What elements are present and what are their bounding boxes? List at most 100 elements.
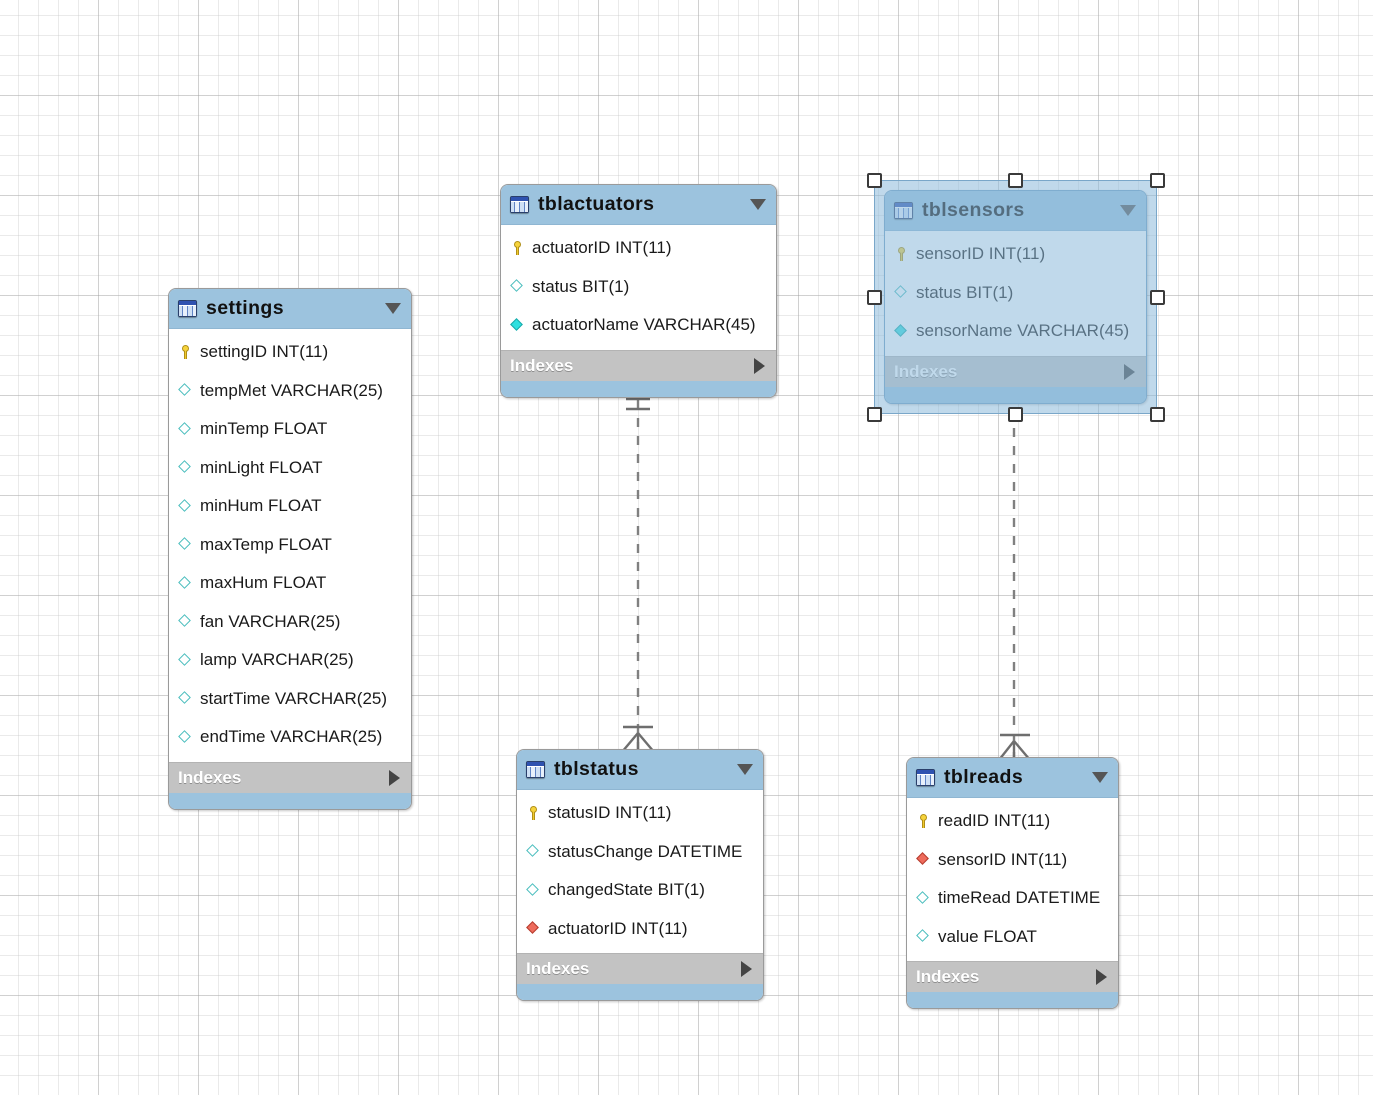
table-column-row[interactable]: maxHum FLOAT [169, 564, 411, 603]
column-label: maxTemp FLOAT [200, 534, 332, 554]
table-node-settings[interactable]: settings settingID INT(11) tempMet VARCHAR… [168, 288, 412, 810]
column-label: minHum FLOAT [200, 496, 322, 516]
table-column-row[interactable]: actuatorName VARCHAR(45) [501, 306, 776, 345]
table-columns-tblstatus: statusID INT(11) statusChange DATETIME cha… [517, 790, 763, 953]
table-column-row[interactable]: minHum FLOAT [169, 487, 411, 526]
column-label: value FLOAT [938, 926, 1037, 946]
indexes-section-settings[interactable]: Indexes [169, 761, 411, 793]
nullable-column-icon [178, 383, 193, 398]
table-icon [178, 300, 197, 317]
chevron-down-icon[interactable] [750, 199, 766, 210]
resize-handle-bottom-right[interactable] [1149, 406, 1165, 422]
table-name-label: tblstatus [554, 758, 639, 780]
relationship-actuators-status[interactable] [621, 382, 655, 753]
table-header-tblstatus[interactable]: tblstatus [517, 750, 763, 790]
column-label: timeRead DATETIME [938, 888, 1101, 908]
table-column-row[interactable]: settingID INT(11) [169, 333, 411, 372]
column-label: fan VARCHAR(25) [200, 611, 341, 631]
indexes-label: Indexes [178, 767, 242, 787]
column-label: startTime VARCHAR(25) [200, 688, 388, 708]
table-column-row[interactable]: status BIT(1) [501, 268, 776, 307]
resize-handle-middle-right[interactable] [1149, 289, 1165, 305]
column-label: endTime VARCHAR(25) [200, 727, 383, 747]
table-column-row[interactable]: value FLOAT [907, 918, 1118, 957]
table-column-row[interactable]: maxTemp FLOAT [169, 526, 411, 565]
column-label: sensorID INT(11) [938, 849, 1068, 869]
chevron-right-icon[interactable] [1096, 969, 1107, 985]
indexes-section-tblreads[interactable]: Indexes [907, 961, 1118, 992]
table-column-row[interactable]: timeRead DATETIME [907, 879, 1118, 918]
nullable-column-icon [178, 576, 193, 591]
column-label: statusChange DATETIME [548, 841, 743, 861]
indexes-section-tblactuators[interactable]: Indexes [501, 349, 776, 381]
not-null-column-icon [510, 318, 525, 333]
table-column-row[interactable]: statusID INT(11) [517, 794, 763, 833]
table-column-row[interactable]: statusChange DATETIME [517, 833, 763, 872]
table-column-row[interactable]: minTemp FLOAT [169, 410, 411, 449]
table-column-row[interactable]: lamp VARCHAR(25) [169, 641, 411, 680]
table-icon [510, 196, 529, 213]
table-columns-settings: settingID INT(11) tempMet VARCHAR(25) minT… [169, 329, 411, 762]
column-label: actuatorID INT(11) [532, 238, 672, 258]
table-column-row[interactable]: minLight FLOAT [169, 449, 411, 488]
table-column-row[interactable]: startTime VARCHAR(25) [169, 680, 411, 719]
indexes-label: Indexes [526, 959, 590, 978]
chevron-down-icon[interactable] [385, 303, 401, 314]
table-column-row[interactable]: tempMet VARCHAR(25) [169, 372, 411, 411]
chevron-right-icon[interactable] [754, 357, 765, 374]
nullable-column-icon [178, 499, 193, 514]
resize-handle-bottom-center[interactable] [1008, 406, 1023, 422]
table-footer-strip [169, 792, 411, 809]
resize-handle-middle-left[interactable] [866, 289, 882, 305]
table-node-tblactuators[interactable]: tblactuators actuatorID INT(11) status BIT… [500, 184, 777, 398]
table-header-tblreads[interactable]: tblreads [907, 758, 1118, 798]
primary-key-icon [178, 344, 193, 360]
column-label: minLight FLOAT [200, 457, 323, 477]
chevron-right-icon[interactable] [389, 769, 400, 786]
table-column-row[interactable]: endTime VARCHAR(25) [169, 718, 411, 757]
table-column-row[interactable]: sensorID INT(11) [907, 841, 1118, 880]
table-node-tblstatus[interactable]: tblstatus statusID INT(11) statusChange DA… [516, 749, 764, 1001]
chevron-down-icon[interactable] [1092, 772, 1108, 783]
indexes-label: Indexes [510, 355, 574, 375]
nullable-column-icon [526, 844, 541, 859]
eer-diagram-canvas[interactable]: settings settingID INT(11) tempMet VARCHAR… [0, 0, 1373, 1095]
resize-handle-top-center[interactable] [1008, 172, 1023, 188]
nullable-column-icon [178, 614, 193, 629]
table-name-label: tblactuators [538, 193, 655, 215]
table-columns-tblactuators: actuatorID INT(11) status BIT(1) actuatorN… [501, 225, 776, 350]
table-header-settings[interactable]: settings [169, 289, 411, 329]
nullable-column-icon [178, 422, 193, 437]
resize-handle-top-left[interactable] [866, 172, 882, 188]
nullable-column-icon [178, 460, 193, 475]
column-label: lamp VARCHAR(25) [200, 650, 354, 670]
table-column-row[interactable]: readID INT(11) [907, 802, 1118, 841]
foreign-key-icon [916, 852, 931, 867]
foreign-key-icon [526, 921, 541, 936]
column-label: maxHum FLOAT [200, 573, 327, 593]
column-label: readID INT(11) [938, 811, 1051, 831]
table-name-label: tblreads [944, 766, 1024, 788]
table-column-row[interactable]: changedState BIT(1) [517, 871, 763, 910]
primary-key-icon [526, 805, 541, 821]
nullable-column-icon [916, 891, 931, 906]
relationship-sensors-reads[interactable] [998, 392, 1031, 761]
table-icon [526, 761, 545, 778]
table-node-tblreads[interactable]: tblreads readID INT(11) sensorID INT(11) ti… [906, 757, 1119, 1009]
indexes-section-tblstatus[interactable]: Indexes [517, 953, 763, 984]
resize-handle-top-right[interactable] [1149, 172, 1165, 188]
column-label: minTemp FLOAT [200, 419, 328, 439]
chevron-down-icon[interactable] [737, 764, 753, 775]
table-header-tblactuators[interactable]: tblactuators [501, 185, 776, 225]
table-column-row[interactable]: fan VARCHAR(25) [169, 603, 411, 642]
table-column-row[interactable]: actuatorID INT(11) [517, 910, 763, 949]
chevron-right-icon[interactable] [741, 961, 752, 977]
nullable-column-icon [510, 279, 525, 294]
table-columns-tblreads: readID INT(11) sensorID INT(11) timeRead D… [907, 798, 1118, 961]
column-label: actuatorName VARCHAR(45) [532, 315, 756, 335]
nullable-column-icon [178, 537, 193, 552]
resize-handle-bottom-left[interactable] [866, 406, 882, 422]
table-column-row[interactable]: actuatorID INT(11) [501, 229, 776, 268]
nullable-column-icon [178, 653, 193, 668]
table-footer-strip [517, 984, 763, 1000]
